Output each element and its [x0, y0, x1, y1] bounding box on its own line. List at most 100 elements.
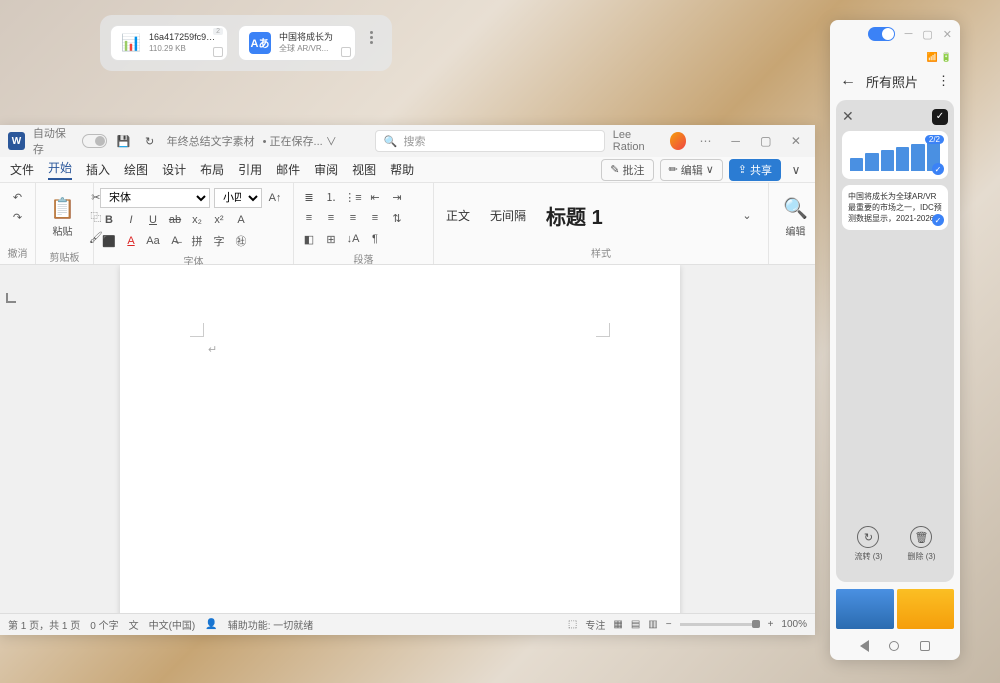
status-accessibility[interactable]: 辅助功能: 一切就绪: [228, 617, 314, 632]
nav-back-icon[interactable]: [860, 640, 869, 652]
menu-mail[interactable]: 邮件: [276, 161, 300, 178]
bold-icon[interactable]: B: [100, 211, 118, 229]
phone-connection-toggle[interactable]: [868, 27, 895, 41]
share-card-text[interactable]: Aあ 中国将成长为 全球 AR/VR...: [238, 25, 356, 61]
menu-draw[interactable]: 绘图: [124, 161, 148, 178]
menu-help[interactable]: 帮助: [390, 161, 414, 178]
style-normal[interactable]: 正文: [446, 207, 470, 224]
font-size-select[interactable]: 小四: [214, 188, 262, 208]
sync-icon[interactable]: ↻: [141, 132, 159, 150]
file-checkbox[interactable]: [213, 47, 223, 57]
selected-image-card[interactable]: 2/2 ✓: [842, 131, 948, 179]
phone-close-button[interactable]: ✕: [943, 28, 952, 41]
nav-home-icon[interactable]: [889, 641, 899, 651]
align-center-icon[interactable]: ≡: [322, 209, 340, 227]
menu-file[interactable]: 文件: [10, 161, 34, 178]
back-icon[interactable]: ←: [840, 72, 856, 90]
more-dots-icon[interactable]: [366, 25, 377, 61]
menu-layout[interactable]: 布局: [200, 161, 224, 178]
delete-button[interactable]: 🗑 删除 (3): [907, 526, 935, 562]
status-lang[interactable]: 中文(中国): [149, 617, 196, 632]
avatar[interactable]: [670, 132, 687, 150]
sort-icon[interactable]: ↓A: [344, 230, 362, 248]
phone-min-button[interactable]: ─: [905, 28, 913, 40]
clear-format-icon[interactable]: A̶: [166, 232, 184, 250]
document-title[interactable]: 年终总结文字素材: [167, 133, 255, 149]
focus-label[interactable]: 专注: [585, 617, 605, 632]
menu-review[interactable]: 审阅: [314, 161, 338, 178]
minimize-button[interactable]: ─: [725, 129, 747, 153]
focus-icon[interactable]: ⬚: [568, 619, 577, 630]
subscript-icon[interactable]: x₂: [188, 211, 206, 229]
maximize-button[interactable]: ▢: [755, 129, 777, 153]
show-marks-icon[interactable]: ¶: [366, 230, 384, 248]
grow-font-icon[interactable]: A↑: [266, 189, 284, 207]
font-color-icon[interactable]: A: [122, 232, 140, 250]
redo-icon[interactable]: ↷: [9, 208, 27, 226]
menu-design[interactable]: 设计: [162, 161, 186, 178]
zoom-out-icon[interactable]: −: [666, 619, 672, 630]
more-icon[interactable]: ⋮: [937, 73, 950, 89]
transfer-button[interactable]: ↻ 流转 (3): [854, 526, 882, 562]
strike-icon[interactable]: ab: [166, 211, 184, 229]
styles-more-icon[interactable]: ⌄: [738, 206, 756, 224]
numbering-icon[interactable]: ⒈: [322, 188, 340, 206]
highlight-icon[interactable]: ⬛: [100, 232, 118, 250]
editing-button[interactable]: 🔍 编辑: [775, 194, 816, 240]
phonetic-icon[interactable]: 拼: [188, 232, 206, 250]
line-spacing-icon[interactable]: ⇅: [388, 209, 406, 227]
shading-icon[interactable]: ◧: [300, 230, 318, 248]
underline-icon[interactable]: U: [144, 211, 162, 229]
indent-dec-icon[interactable]: ⇤: [366, 188, 384, 206]
selection-close-icon[interactable]: ✕: [842, 108, 854, 125]
user-name[interactable]: Lee Ration: [613, 129, 662, 153]
italic-icon[interactable]: I: [122, 211, 140, 229]
style-nospacing[interactable]: 无间隔: [490, 207, 526, 224]
thumb-item[interactable]: [836, 589, 894, 629]
menu-references[interactable]: 引用: [238, 161, 262, 178]
multilevel-icon[interactable]: ⋮≡: [344, 188, 362, 206]
paste-button[interactable]: 📋 粘贴: [42, 194, 83, 240]
zoom-in-icon[interactable]: +: [768, 619, 774, 630]
ribbon-options-icon[interactable]: ⋯: [694, 129, 716, 153]
font-name-select[interactable]: 宋体: [100, 188, 210, 208]
undo-icon[interactable]: ↶: [9, 188, 27, 206]
align-left-icon[interactable]: ≡: [300, 209, 318, 227]
change-case-icon[interactable]: Aa: [144, 232, 162, 250]
tab-selector-icon[interactable]: [6, 293, 16, 303]
save-icon[interactable]: 💾: [115, 132, 133, 150]
superscript-icon[interactable]: x²: [210, 211, 228, 229]
collapse-ribbon-icon[interactable]: ∨: [787, 161, 805, 179]
search-input[interactable]: 🔍 搜索: [375, 130, 605, 152]
comment-button[interactable]: ✎批注: [601, 159, 653, 181]
nav-recent-icon[interactable]: [920, 641, 930, 651]
share-card-file[interactable]: 📊 16a417259fc920... 110.29 KB 2: [110, 25, 228, 61]
autosave-toggle[interactable]: [82, 134, 107, 148]
page-canvas[interactable]: ↵: [120, 265, 680, 613]
justify-icon[interactable]: ≡: [366, 209, 384, 227]
bullets-icon[interactable]: ≣: [300, 188, 318, 206]
view-print-icon[interactable]: ▤: [631, 619, 640, 630]
selected-text-card[interactable]: 中国将成长为全球AR/VR最重要的市场之一，IDC预测数据显示，2021-202…: [842, 185, 948, 230]
close-button[interactable]: ✕: [785, 129, 807, 153]
zoom-value[interactable]: 100%: [781, 619, 807, 630]
text-effects-icon[interactable]: A: [232, 211, 250, 229]
select-all-checkbox[interactable]: ✓: [932, 109, 948, 125]
share-button[interactable]: ⇪共享: [729, 159, 781, 181]
char-border-icon[interactable]: 字: [210, 232, 228, 250]
view-web-icon[interactable]: ▥: [648, 619, 657, 630]
borders-icon[interactable]: ⊞: [322, 230, 340, 248]
phone-max-button[interactable]: ▢: [922, 28, 932, 41]
style-heading1[interactable]: 标题 1: [546, 201, 603, 230]
zoom-slider[interactable]: [680, 623, 760, 626]
menu-insert[interactable]: 插入: [86, 161, 110, 178]
status-lang-icon[interactable]: 文: [129, 617, 139, 632]
enclose-icon[interactable]: ㊓: [232, 232, 250, 250]
indent-inc-icon[interactable]: ⇥: [388, 188, 406, 206]
edit-mode-button[interactable]: ✏编辑∨: [660, 159, 723, 181]
align-right-icon[interactable]: ≡: [344, 209, 362, 227]
status-words[interactable]: 0 个字: [90, 617, 118, 632]
view-read-icon[interactable]: ▦: [613, 619, 622, 630]
thumb-item[interactable]: [897, 589, 955, 629]
menu-view[interactable]: 视图: [352, 161, 376, 178]
